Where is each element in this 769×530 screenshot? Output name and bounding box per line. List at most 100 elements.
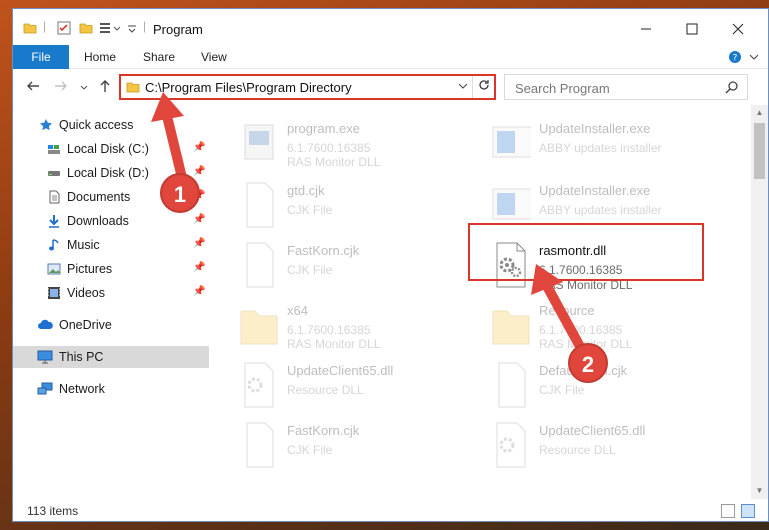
address-bar[interactable]: C:\Program Files\Program Directory (119, 74, 496, 100)
details-view-icon[interactable] (721, 504, 735, 518)
search-input[interactable]: Search Program (515, 81, 610, 96)
refresh-icon (478, 80, 489, 90)
file-detail: RAS Monitor DLL (287, 155, 381, 169)
network-icon (37, 382, 53, 396)
drive-icon (47, 142, 61, 156)
pin-icon[interactable]: 📌 (193, 166, 205, 177)
search-icon[interactable] (725, 80, 739, 94)
sidebar-item-label: Videos (67, 286, 105, 300)
back-arrow-icon[interactable] (25, 78, 41, 98)
pin-icon[interactable]: 📌 (193, 286, 205, 297)
file-detail: Resource DLL (539, 443, 616, 457)
minimize-button[interactable] (623, 15, 669, 43)
file-item[interactable]: UpdateClient65.dll Resource DLL (491, 421, 731, 483)
sidebar-item-label: Pictures (67, 262, 113, 276)
music-icon (47, 238, 61, 252)
chevron-down-icon[interactable] (458, 81, 468, 94)
file-name: program.exe (287, 121, 360, 136)
item-count: 113 items (27, 504, 79, 518)
sidebar-item-network[interactable]: Network (13, 378, 209, 400)
scroll-up-icon[interactable]: ▲ (751, 105, 768, 121)
file-detail: RAS Monitor DLL (287, 337, 381, 351)
properties-icon[interactable] (57, 21, 71, 38)
title-bar: | | Program (13, 9, 768, 45)
file-item[interactable]: Resource 6.1.7600.16385 RAS Monitor DLL (491, 301, 731, 363)
file-detail: 6.1.7600.16385 (539, 323, 623, 337)
maximize-button[interactable] (669, 15, 715, 43)
search-box[interactable]: Search Program (504, 74, 748, 100)
up-arrow-icon[interactable] (97, 78, 113, 98)
dll-gear-icon (491, 421, 531, 469)
document-icon (47, 190, 61, 204)
file-name: UpdateInstaller.exe (539, 183, 651, 198)
file-item[interactable]: gtd.cjk CJK File (239, 181, 479, 243)
status-bar: 113 items (13, 499, 768, 521)
sidebar-item-downloads[interactable]: Downloads 📌 (13, 210, 209, 232)
recent-locations-icon[interactable] (79, 80, 89, 97)
download-icon (47, 214, 61, 228)
file-item[interactable]: program.exe 6.1.7600.16385 RAS Monitor D… (239, 119, 479, 181)
scroll-thumb[interactable] (754, 123, 765, 179)
file-list: program.exe 6.1.7600.16385 RAS Monitor D… (219, 105, 751, 499)
expand-ribbon-icon[interactable] (748, 51, 760, 63)
file-item[interactable]: FastKorn.cjk CJK File (239, 421, 479, 483)
scroll-down-icon[interactable]: ▼ (751, 483, 768, 499)
pin-icon[interactable]: 📌 (193, 262, 205, 273)
sidebar-item-videos[interactable]: Videos 📌 (13, 282, 209, 304)
file-detail: CJK File (287, 443, 333, 457)
sidebar-item-label: Music (67, 238, 100, 252)
file-name: FastKorn.cjk (287, 423, 360, 438)
tab-file[interactable]: File (13, 45, 69, 69)
tab-view[interactable]: View (201, 45, 227, 69)
file-item[interactable]: DefaultKorn.cjk CJK File (491, 361, 731, 423)
tab-home[interactable]: Home (84, 45, 116, 69)
help-icon[interactable]: ? (728, 50, 742, 67)
tiles-view-icon[interactable] (741, 504, 755, 518)
file-icon (239, 241, 279, 289)
file-item[interactable]: UpdateClient65.dll Resource DLL (239, 361, 479, 423)
file-icon (491, 361, 531, 409)
file-icon (239, 421, 279, 469)
file-item[interactable]: UpdateInstaller.exe ABBY updates install… (491, 119, 731, 181)
refresh-button[interactable] (472, 76, 494, 98)
file-name: UpdateClient65.dll (287, 363, 394, 378)
sidebar-item-label: Downloads (67, 214, 129, 228)
file-detail: Resource DLL (287, 383, 364, 397)
exe-icon (239, 119, 279, 167)
file-detail: ABBY updates installer (539, 203, 662, 217)
file-detail: CJK File (539, 383, 585, 397)
separator: | (43, 19, 47, 33)
chevron-down-icon[interactable] (127, 21, 137, 38)
tab-share[interactable]: Share (143, 45, 175, 69)
callout-badge-2: 2 (568, 343, 608, 383)
pin-icon[interactable]: 📌 (193, 238, 205, 249)
sidebar-item-this-pc[interactable]: This PC (13, 346, 209, 368)
pin-icon[interactable]: 📌 (193, 214, 205, 225)
forward-arrow-icon[interactable] (53, 78, 69, 98)
file-item[interactable]: FastKorn.cjk CJK File (239, 241, 479, 303)
svg-text:?: ? (733, 54, 738, 64)
sidebar-item-local-disk-c[interactable]: Local Disk (C:) 📌 (13, 138, 209, 160)
sidebar-item-onedrive[interactable]: OneDrive (13, 314, 209, 336)
address-path[interactable]: C:\Program Files\Program Directory (145, 80, 352, 95)
customize-icon[interactable] (99, 21, 123, 38)
sidebar-item-pictures[interactable]: Pictures 📌 (13, 258, 209, 280)
close-button[interactable] (715, 15, 761, 43)
vertical-scrollbar[interactable]: ▲ ▼ (751, 105, 768, 499)
drive-icon (47, 166, 61, 180)
star-icon (39, 118, 53, 132)
sidebar-item-quick-access[interactable]: Quick access (13, 114, 209, 136)
new-folder-icon[interactable] (79, 21, 93, 38)
sidebar-item-music[interactable]: Music 📌 (13, 234, 209, 256)
pin-icon[interactable]: 📌 (193, 142, 205, 153)
cloud-icon (37, 318, 53, 332)
installer-icon (491, 181, 534, 229)
file-detail: 6.1.7600.16385 (287, 323, 371, 337)
file-name: Resource (539, 303, 595, 318)
dll-gear-icon (239, 361, 279, 409)
folder-icon[interactable] (23, 21, 37, 38)
file-item[interactable]: x64 6.1.7600.16385 RAS Monitor DLL (239, 301, 479, 363)
file-name: FastKorn.cjk (287, 243, 360, 258)
navigation-pane: Quick access Local Disk (C:) 📌 Local Dis… (13, 109, 209, 499)
sidebar-item-label: This PC (59, 350, 104, 364)
